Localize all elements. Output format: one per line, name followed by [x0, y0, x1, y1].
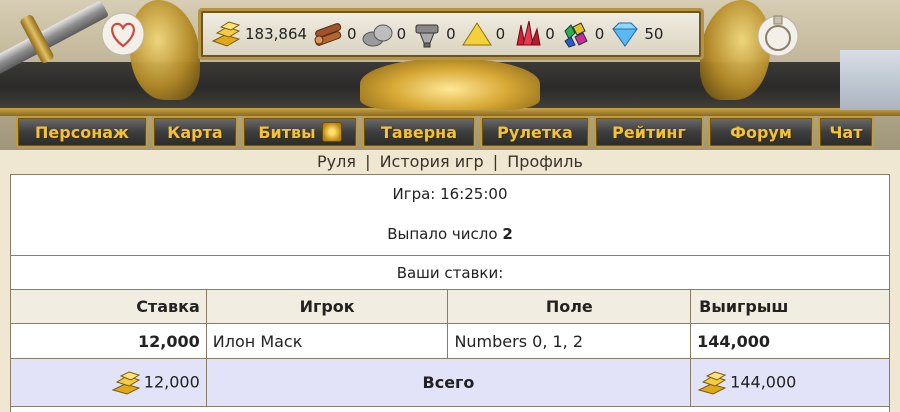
nav-roulette[interactable]: Рулетка [480, 116, 590, 148]
total-win-amount: 144,000 [730, 372, 797, 391]
roulette-result-panel: Игра: 16:25:00 Выпало число 2 Ваши ставк… [10, 174, 890, 412]
game-result: Выпало число 2 [11, 203, 889, 243]
stone-amount: 0 [396, 25, 407, 43]
bet-field: Numbers 0, 1, 2 [447, 323, 692, 359]
diamond-icon [612, 22, 639, 47]
gold-bars-icon [211, 21, 241, 47]
crystals-amount: 0 [545, 25, 555, 43]
gems-icon [564, 22, 588, 48]
player-name[interactable]: Илон Маск [205, 323, 449, 359]
game-info: Игра: 16:25:00 Выпало число 2 [11, 175, 889, 255]
resource-gold: 183,864 [209, 19, 307, 49]
total-bet-amount: 12,000 [143, 372, 200, 391]
gold-bars-icon [111, 370, 141, 395]
battles-badge-icon [321, 122, 342, 142]
sulfur-amount: 0 [495, 25, 506, 43]
result-number: 2 [502, 225, 513, 243]
sub-navigation: Руля | История игр | Профиль [0, 152, 900, 174]
link-profile[interactable]: Профиль [507, 152, 583, 171]
resource-diamonds: 50 [608, 19, 663, 49]
heart-icon[interactable] [100, 12, 146, 56]
column-header-player: Игрок [205, 289, 449, 324]
resource-stone: 0 [361, 19, 407, 49]
diamonds-amount: 50 [644, 25, 664, 43]
separator: | [492, 152, 499, 171]
resource-gems: 0 [559, 19, 605, 49]
ore-amount: 0 [446, 25, 456, 43]
nav-battles[interactable]: Битвы [242, 116, 358, 148]
resource-bar: 183,864 0 0 0 0 0 0 50 [198, 8, 704, 60]
total-win-cell: 144,000 [690, 358, 890, 407]
nav-rating[interactable]: Рейтинг [594, 116, 704, 148]
stone-icon [362, 24, 393, 47]
game-time: Игра: 16:25:00 [392, 185, 508, 203]
link-roulette[interactable]: Руля [317, 152, 356, 171]
resource-wood: 0 [311, 19, 357, 49]
wood-logs-icon [314, 23, 342, 46]
crystals-icon [516, 20, 541, 46]
column-header-field: Поле [447, 289, 692, 324]
wood-amount: 0 [347, 25, 357, 43]
main-nav: Персонаж Карта Битвы Таверна Рулетка Рей… [16, 116, 886, 148]
iron-ore-icon [415, 24, 439, 48]
nav-character[interactable]: Персонаж [16, 116, 148, 148]
column-header-win: Выигрыш [690, 289, 890, 324]
bet-amount: 12,000 [10, 323, 207, 359]
treasure-pile-decoration [360, 58, 540, 110]
nav-map[interactable]: Карта [152, 116, 238, 148]
nav-tavern[interactable]: Таверна [362, 116, 476, 148]
total-bet-cell: 12,000 [10, 358, 207, 407]
separator: | [365, 152, 371, 171]
nav-forum[interactable]: Форум [708, 116, 814, 148]
total-label: Всего [205, 358, 692, 407]
gems-amount: 0 [594, 25, 605, 43]
resource-sulfur: 0 [460, 19, 506, 49]
table-header-row: Ставка Игрок Поле Выигрыш [10, 289, 890, 324]
gold-amount: 183,864 [245, 25, 308, 43]
total-row: 12,000 Всего 144,000 [10, 358, 890, 407]
castle-decoration [840, 50, 900, 110]
column-header-bet: Ставка [10, 289, 207, 324]
gold-bars-icon [697, 370, 727, 395]
potion-bottle-icon[interactable] [756, 10, 800, 58]
resource-crystals: 0 [509, 19, 555, 49]
link-game-history[interactable]: История игр [380, 152, 484, 171]
bets-table: Ставка Игрок Поле Выигрыш 12,000 Илон Ма… [10, 289, 890, 407]
nav-chat[interactable]: Чат [818, 116, 874, 148]
sulfur-icon [461, 22, 492, 46]
result-label: Выпало число [387, 225, 498, 243]
table-row: 12,000 Илон Маск Numbers 0, 1, 2 144,000 [10, 323, 890, 359]
resource-ore: 0 [410, 19, 456, 49]
win-amount: 144,000 [690, 323, 890, 359]
bets-caption: Ваши ставки: [11, 255, 889, 289]
